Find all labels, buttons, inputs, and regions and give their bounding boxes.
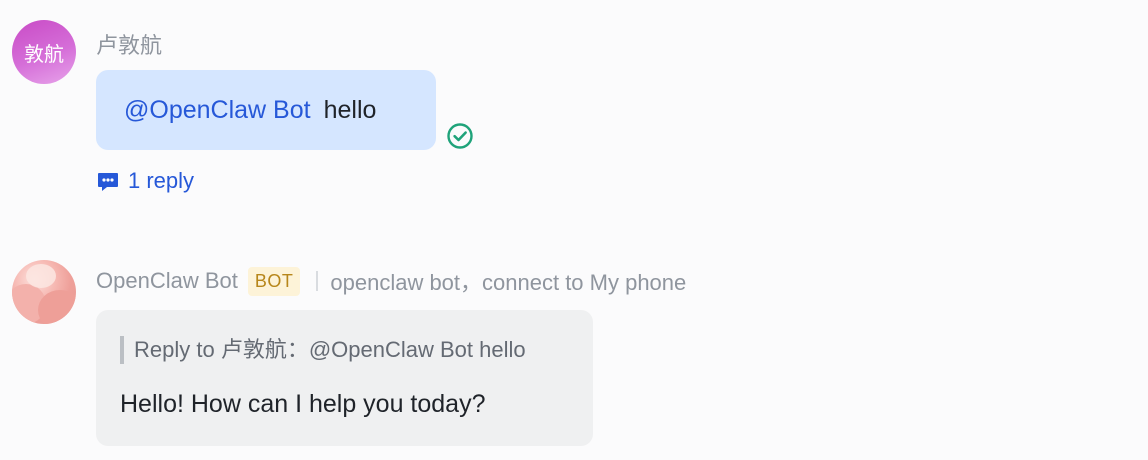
sender-name[interactable]: OpenClaw Bot	[96, 268, 238, 294]
bot-description: openclaw bot，connect to My phone	[330, 270, 687, 295]
mention-link[interactable]: @OpenClaw Bot	[124, 96, 311, 125]
message-text: Hello! How can I help you today?	[120, 390, 486, 418]
divider	[316, 271, 319, 291]
message-bubble[interactable]: @OpenClaw Bot hello	[96, 70, 436, 150]
check-circle-icon	[447, 123, 473, 149]
avatar-initials: 敦航	[24, 41, 64, 66]
bot-badge: BOT	[247, 266, 301, 296]
bot-avatar[interactable]	[12, 260, 76, 324]
reply-quote[interactable]: Reply to 卢敦航：@OpenClaw Bot hello	[120, 336, 526, 364]
reply-count: 1 reply	[128, 168, 195, 193]
message-bubble[interactable]: Reply to 卢敦航：@OpenClaw Bot hello Hello! …	[96, 310, 593, 446]
bot-header: OpenClaw Bot BOT openclaw bot，connect to…	[96, 264, 686, 298]
avatar[interactable]: 敦航	[12, 20, 76, 84]
chat-bubble-icon	[98, 173, 118, 191]
message-text: hello	[323, 95, 377, 124]
thread-reply-link[interactable]: 1 reply	[96, 168, 194, 194]
message-user: 敦航 卢敦航 @OpenClaw Bot hello 1 reply	[0, 0, 1148, 230]
sender-name[interactable]: 卢敦航	[96, 28, 162, 60]
avatar-image-highlight	[26, 264, 56, 288]
avatar-image-part	[38, 290, 76, 324]
